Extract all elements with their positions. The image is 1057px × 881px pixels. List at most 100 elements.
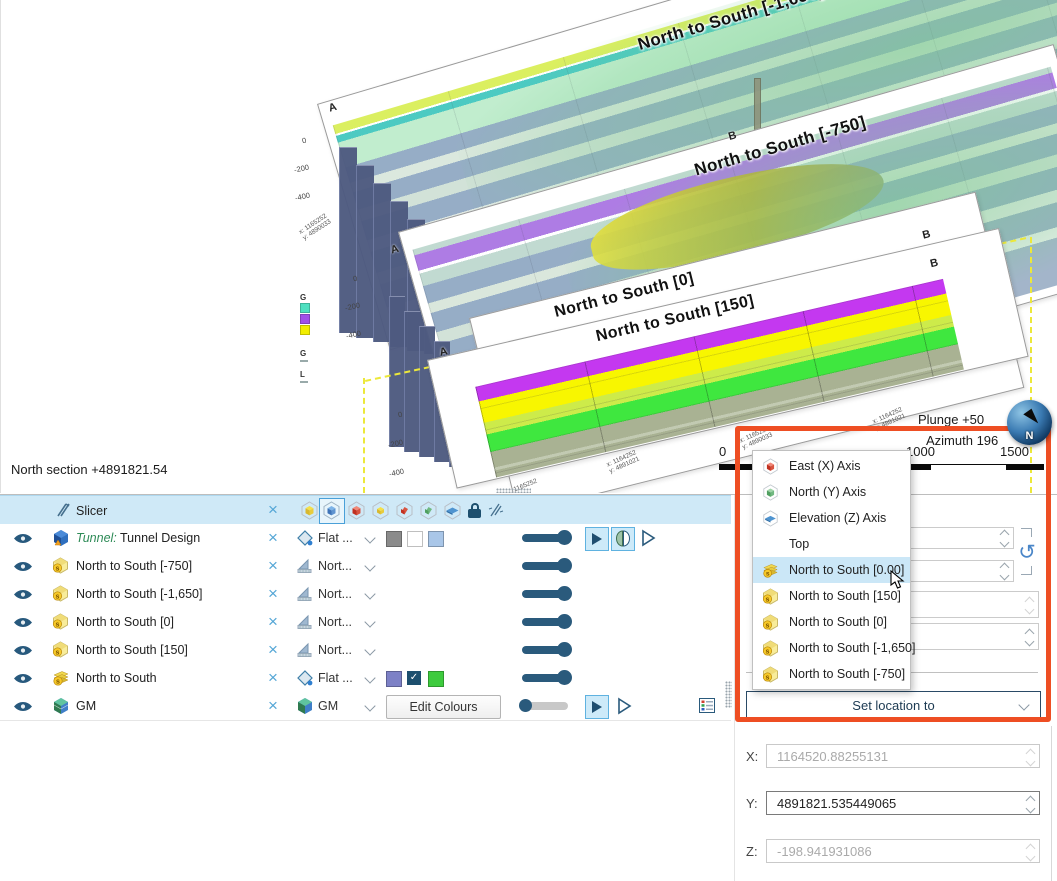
slice-mode-yellow-cube-icon[interactable] (300, 501, 319, 520)
visibility-eye-icon[interactable] (13, 532, 33, 545)
opacity-slider[interactable] (522, 534, 568, 542)
layer-label: Tunnel: Tunnel Design (76, 531, 200, 545)
layer-row-n2s-0[interactable]: s North to South [0] × Nort... (0, 608, 731, 637)
layer-row-n2s-750[interactable]: s North to South [-750] × Nort... (0, 552, 731, 581)
flat-shader-icon (296, 529, 314, 547)
compass-orientation-ball[interactable]: N (1007, 400, 1052, 445)
layer-label: North to South [-1,650] (76, 587, 202, 601)
layer-row-tunnel[interactable]: Tunnel: Tunnel Design × Flat ... (0, 524, 731, 553)
visibility-eye-icon[interactable] (13, 644, 33, 657)
east-x-axis-icon (762, 458, 779, 475)
svg-text:s: s (766, 648, 770, 655)
vertical-splitter-handle[interactable] (725, 681, 732, 708)
tunnel-mesh-icon (52, 529, 70, 547)
remove-layer-button[interactable]: × (264, 556, 282, 576)
remove-layer-button[interactable]: × (264, 612, 282, 632)
y-coord-field[interactable] (766, 791, 1040, 815)
opacity-slider[interactable] (522, 702, 568, 710)
remove-layer-button[interactable]: × (264, 528, 282, 548)
layer-label: North to South [150] (76, 643, 188, 657)
x-coord-field (766, 744, 1040, 768)
shader-select-value[interactable]: GM (318, 699, 362, 713)
render-play-button[interactable] (585, 695, 609, 719)
remove-layer-button[interactable]: × (264, 696, 282, 716)
menu-item-north-to-south-0[interactable]: s North to South [0] (753, 609, 910, 635)
section-cube-icon: s (762, 640, 779, 657)
menu-item-north-to-south-0-00[interactable]: s North to South [0.00] (753, 557, 910, 583)
render-outline-play-button[interactable] (615, 697, 633, 715)
scene-viewport[interactable]: North to South [-1,650] A 0 -200 -400 x:… (0, 0, 1057, 493)
menu-item-elevation-z-axis[interactable]: Elevation (Z) Axis (753, 505, 910, 531)
menu-item-north-y-axis[interactable]: North (Y) Axis (753, 479, 910, 505)
chevron-down-icon[interactable] (364, 672, 375, 683)
flip-section-button[interactable] (611, 527, 635, 551)
checkbox-checked[interactable]: ✓ (407, 671, 421, 685)
visibility-eye-icon[interactable] (13, 672, 33, 685)
remove-slicer-button[interactable]: × (264, 500, 282, 520)
chevron-down-icon[interactable] (364, 560, 375, 571)
remove-layer-button[interactable]: × (264, 668, 282, 688)
opacity-slider[interactable] (522, 618, 568, 626)
spinner-control[interactable] (1025, 796, 1035, 813)
chevron-down-icon[interactable] (364, 700, 375, 711)
opacity-slider[interactable] (522, 590, 568, 598)
slice-mode-thick-slice-icon[interactable] (443, 501, 462, 520)
slice-objects-icon[interactable] (487, 501, 505, 519)
layer-row-n2s-stack[interactable]: s North to South × Flat ... ✓ (0, 664, 731, 693)
opacity-slider[interactable] (522, 674, 568, 682)
chevron-down-icon[interactable] (364, 644, 375, 655)
slice-mode-yellow-half-icon[interactable] (371, 501, 390, 520)
visibility-eye-icon[interactable] (13, 588, 33, 601)
render-outline-play-button[interactable] (639, 529, 657, 547)
colour-swatch-blue[interactable] (428, 531, 444, 547)
slice-mode-blue-cube-icon[interactable] (322, 501, 341, 520)
render-play-button[interactable] (585, 527, 609, 551)
opacity-slider[interactable] (522, 562, 568, 570)
menu-item-north-to-south-minus-1650[interactable]: s North to South [-1,650] (753, 635, 910, 661)
svg-text:s: s (56, 678, 60, 685)
layer-row-gm[interactable]: GM × GM Edit Colours (0, 692, 731, 721)
layer-label: North to South [0] (76, 615, 174, 629)
remove-layer-button[interactable]: × (264, 640, 282, 660)
section-cube-icon: s (762, 666, 779, 683)
chevron-down-icon[interactable] (364, 532, 375, 543)
y-coord-label: Y: (746, 796, 758, 811)
chevron-down-icon[interactable] (364, 616, 375, 627)
chevron-down-icon[interactable] (364, 588, 375, 599)
visibility-eye-icon[interactable] (13, 700, 33, 713)
opacity-slider[interactable] (522, 646, 568, 654)
colour-swatch-purple[interactable] (386, 671, 402, 687)
slice-mode-green-half-icon[interactable] (419, 501, 438, 520)
svg-text:s: s (56, 593, 60, 600)
slice-mode-red-half-icon[interactable] (395, 501, 414, 520)
shader-select-value[interactable]: Nort... (318, 559, 362, 573)
shader-select-value[interactable]: Nort... (318, 587, 362, 601)
slicer-header-row[interactable]: Slicer × (0, 495, 731, 526)
colour-swatch-grey[interactable] (386, 531, 402, 547)
menu-item-top[interactable]: Top (753, 531, 910, 557)
slice-mode-red-cube-icon[interactable] (347, 501, 366, 520)
shader-select-value[interactable]: Nort... (318, 643, 362, 657)
visibility-eye-icon[interactable] (13, 616, 33, 629)
menu-item-north-to-south-minus-750[interactable]: s North to South [-750] (753, 661, 910, 687)
section-shader-icon (296, 585, 314, 603)
edit-colours-button[interactable]: Edit Colours (386, 695, 501, 719)
horizontal-splitter-handle[interactable] (496, 488, 531, 493)
layer-row-n2s-150[interactable]: s North to South [150] × Nort... (0, 636, 731, 665)
svg-text:s: s (766, 622, 770, 629)
legend-list-icon[interactable] (699, 698, 715, 713)
visibility-eye-icon[interactable] (13, 560, 33, 573)
legend-group-label: G (300, 293, 306, 302)
slicer-label: Slicer (76, 504, 107, 518)
menu-item-north-to-south-150[interactable]: s North to South [150] (753, 583, 910, 609)
shader-select-value[interactable]: Nort... (318, 615, 362, 629)
colour-swatch-green[interactable] (428, 671, 444, 687)
shader-select-value[interactable]: Flat ... (318, 531, 362, 545)
remove-layer-button[interactable]: × (264, 584, 282, 604)
shader-select-value[interactable]: Flat ... (318, 671, 362, 685)
lock-slicer-icon[interactable] (468, 503, 481, 518)
layer-row-n2s-1650[interactable]: s North to South [-1,650] × Nort... (0, 580, 731, 609)
svg-text:s: s (766, 674, 770, 681)
colour-swatch-white[interactable] (407, 531, 423, 547)
menu-item-east-x-axis[interactable]: East (X) Axis (753, 453, 910, 479)
